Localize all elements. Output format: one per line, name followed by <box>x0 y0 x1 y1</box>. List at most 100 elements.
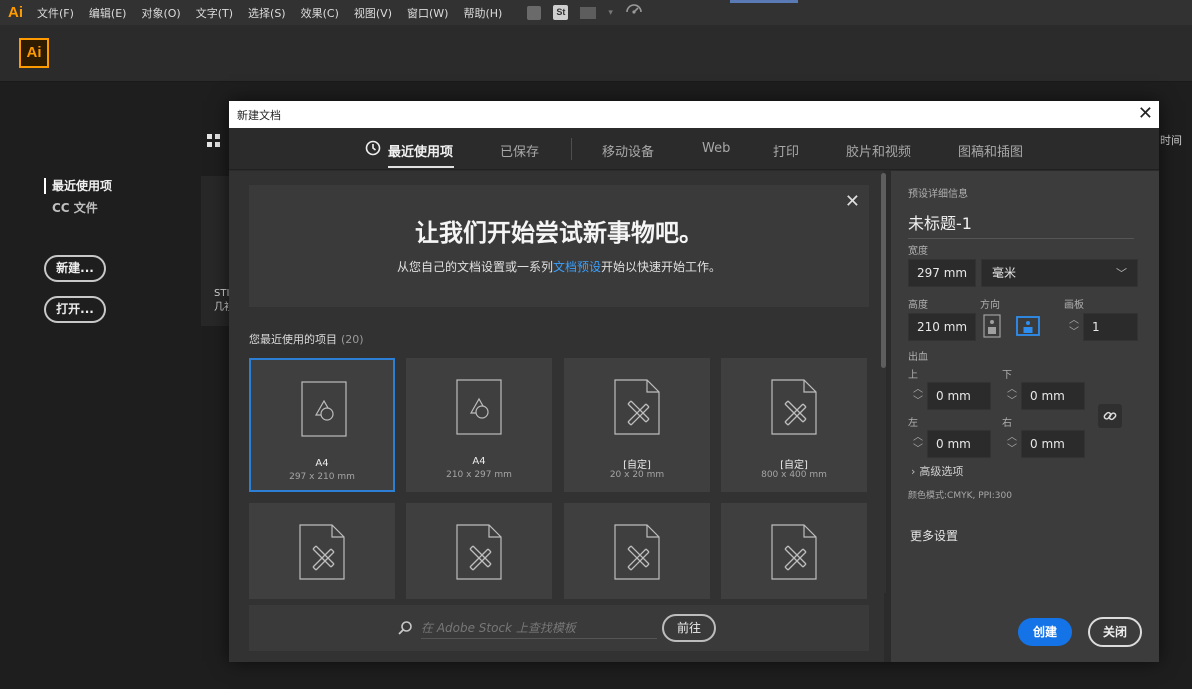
chevron-right-icon: › <box>911 465 916 478</box>
recent-heading-label: 您最近使用的项目 <box>249 333 337 346</box>
more-settings-button[interactable]: 更多设置 <box>910 527 958 544</box>
workspace-layout-icon[interactable] <box>580 6 597 19</box>
portrait-orientation-icon[interactable] <box>980 314 1004 338</box>
app-header: Ai <box>0 25 1192 82</box>
presets-scrollbar-thumb[interactable] <box>881 173 886 368</box>
bleed-right-label: 右 <box>1002 418 1012 429</box>
preset-details-heading: 预设详细信息 <box>908 189 968 200</box>
recent-preset-card[interactable]: [自定] 800 x 400 mm <box>721 358 867 492</box>
height-field[interactable]: 210 mm <box>908 313 976 341</box>
stock-icon[interactable]: St <box>553 5 569 20</box>
tab-active-underline <box>388 166 454 168</box>
card-name: [自定] <box>623 460 651 471</box>
stock-search-bar: 在 Adobe Stock 上查找模板 前往 <box>249 605 869 651</box>
card-name: A4 <box>315 458 329 469</box>
tab-web[interactable]: Web <box>702 141 730 156</box>
bleed-right-stepper[interactable]: ︿ ﹀ <box>1005 430 1019 458</box>
menu-view[interactable]: 视图(V) <box>354 5 392 21</box>
recent-preset-card[interactable]: A4 210 x 297 mm <box>406 358 552 492</box>
menu-help[interactable]: 帮助(H) <box>463 5 502 21</box>
home-nav-cc-files[interactable]: CC 文件 <box>44 200 112 216</box>
tab-art-illustration[interactable]: 图稿和插图 <box>958 141 1023 160</box>
card-name: A4 <box>472 456 486 467</box>
close-button[interactable]: 关闭 <box>1088 617 1142 647</box>
menu-type[interactable]: 文字(T) <box>196 5 233 21</box>
menu-object[interactable]: 对象(O) <box>141 5 180 21</box>
document-presets-link[interactable]: 文档预设 <box>553 260 601 274</box>
recent-preset-card[interactable]: A4 297 x 210 mm <box>249 358 395 492</box>
bleed-left-stepper[interactable]: ︿ ﹀ <box>911 430 925 458</box>
recent-preset-card[interactable] <box>721 503 867 599</box>
bridge-icon[interactable] <box>527 5 542 20</box>
orientation-label: 方向 <box>980 300 1000 311</box>
unit-select-value: 毫米 <box>992 266 1017 280</box>
width-field[interactable]: 297 mm <box>908 259 976 287</box>
banner-sub-post: 开始以快速开始工作。 <box>601 260 722 274</box>
recent-heading: 您最近使用的项目 (20) <box>249 331 364 347</box>
chevron-down-icon: ﹀ <box>1116 267 1127 280</box>
recent-preset-card[interactable]: [自定] 20 x 20 mm <box>564 358 710 492</box>
title-highlight <box>730 0 798 3</box>
advanced-options-label: 高级选项 <box>919 465 964 478</box>
bleed-top-field[interactable]: 0 mm <box>927 382 991 410</box>
banner-close-icon[interactable]: ✕ <box>845 191 860 212</box>
welcome-banner: 让我们开始尝试新事物吧。 从您自己的文档设置或一系列文档预设开始以快速开始工作。… <box>249 185 869 307</box>
bleed-label: 出血 <box>908 352 928 363</box>
menu-file[interactable]: 文件(F) <box>37 5 74 21</box>
landscape-orientation-icon[interactable] <box>1016 314 1040 338</box>
card-size: 20 x 20 mm <box>609 470 665 480</box>
sync-icon[interactable] <box>625 4 643 21</box>
menu-effect[interactable]: 效果(C) <box>301 5 339 21</box>
tab-mobile[interactable]: 移动设备 <box>602 141 654 160</box>
bleed-top-label: 上 <box>908 370 918 381</box>
unit-select[interactable]: 毫米 ﹀ <box>981 259 1138 287</box>
bleed-bottom-label: 下 <box>1002 370 1012 381</box>
bleed-left-label: 左 <box>908 418 918 429</box>
card-name: [自定] <box>780 460 808 471</box>
document-name-field[interactable]: 未标题-1 <box>908 210 1134 239</box>
color-mode-info: 颜色模式:CMYK, PPI:300 <box>908 491 1012 501</box>
menu-edit[interactable]: 编辑(E) <box>89 5 127 21</box>
artboards-label: 画板 <box>1064 300 1084 311</box>
bleed-right-field[interactable]: 0 mm <box>1021 430 1085 458</box>
new-document-dialog: 新建文档 ✕ 最近使用项 已保存 移动设备 Web 打印 胶片和视频 图稿和插图… <box>229 101 1159 662</box>
tab-divider <box>571 138 572 160</box>
bleed-top-stepper[interactable]: ︿ ﹀ <box>911 382 925 410</box>
width-label: 宽度 <box>908 246 928 257</box>
card-size: 210 x 297 mm <box>446 470 512 480</box>
recent-preset-card[interactable] <box>564 503 710 599</box>
bleed-bottom-stepper[interactable]: ︿ ﹀ <box>1005 382 1019 410</box>
tab-saved[interactable]: 已保存 <box>500 141 539 160</box>
tab-print[interactable]: 打印 <box>773 141 799 160</box>
bleed-bottom-field[interactable]: 0 mm <box>1021 382 1085 410</box>
advanced-options-toggle[interactable]: › 高级选项 <box>911 463 963 479</box>
home-new-button[interactable]: 新建... <box>44 255 106 282</box>
dialog-title: 新建文档 <box>237 109 281 122</box>
create-button[interactable]: 创建 <box>1018 618 1072 646</box>
tab-film-video[interactable]: 胶片和视频 <box>846 141 911 160</box>
home-open-button[interactable]: 打开... <box>44 296 106 323</box>
dialog-titlebar: 新建文档 ✕ <box>229 101 1159 128</box>
bleed-left-field[interactable]: 0 mm <box>927 430 991 458</box>
preset-tabbar: 最近使用项 已保存 移动设备 Web 打印 胶片和视频 图稿和插图 <box>229 128 1159 170</box>
menu-bar: Ai 文件(F) 编辑(E) 对象(O) 文字(T) 选择(S) 效果(C) 视… <box>0 0 1192 25</box>
grid-view-icon[interactable] <box>207 134 220 147</box>
stock-search-go-button[interactable]: 前往 <box>662 614 716 642</box>
banner-title: 让我们开始尝试新事物吧。 <box>415 219 703 247</box>
home-column-header: 时间 <box>1160 134 1182 147</box>
menu-select[interactable]: 选择(S) <box>248 5 286 21</box>
recent-preset-card[interactable] <box>249 503 395 599</box>
recent-preset-card[interactable] <box>406 503 552 599</box>
stock-search-input[interactable]: 在 Adobe Stock 上查找模板 <box>421 619 657 639</box>
home-nav-recent[interactable]: 最近使用项 <box>44 178 112 194</box>
preset-details-pane: 预设详细信息 未标题-1 宽度 297 mm 毫米 ﹀ 高度 210 mm 方向… <box>891 171 1159 662</box>
chevron-down-icon[interactable]: ▾ <box>608 8 613 18</box>
artboards-field[interactable]: 1 <box>1083 313 1138 341</box>
link-bleed-button[interactable] <box>1098 404 1122 428</box>
home-nav: 最近使用项 CC 文件 <box>44 178 112 216</box>
tab-recent[interactable]: 最近使用项 <box>388 141 453 160</box>
dialog-close-icon[interactable]: ✕ <box>1138 103 1153 125</box>
artboards-stepper[interactable]: ︿ ﹀ <box>1067 313 1081 341</box>
card-size: 800 x 400 mm <box>761 470 827 480</box>
menu-window[interactable]: 窗口(W) <box>407 5 448 21</box>
